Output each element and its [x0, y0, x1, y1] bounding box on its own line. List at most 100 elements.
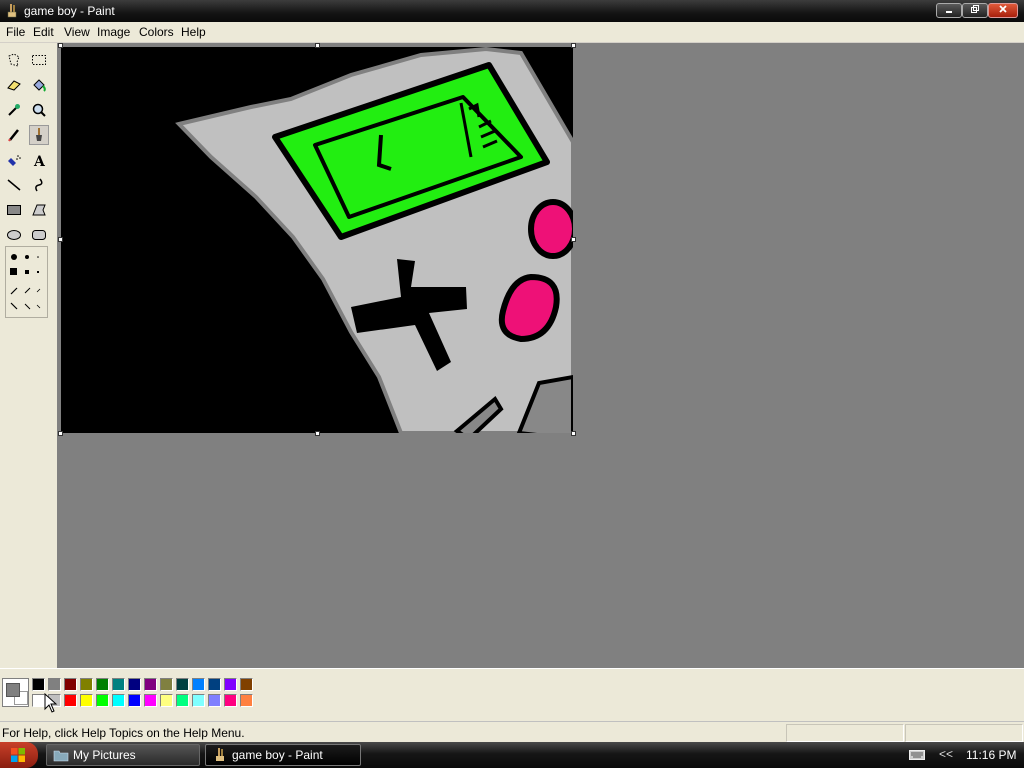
eyedropper-icon — [8, 104, 20, 116]
paint-bucket-icon — [33, 79, 46, 92]
ellipse-tool[interactable] — [4, 225, 24, 245]
palette-color-swatch[interactable] — [176, 694, 189, 707]
palette-color-swatch[interactable] — [32, 678, 45, 691]
rectangle-tool[interactable] — [4, 200, 24, 220]
menu-file[interactable]: File — [6, 25, 25, 39]
title-bar: game boy - Paint — [0, 0, 1024, 22]
taskbar-button-label: My Pictures — [73, 748, 136, 762]
polygon-icon — [32, 204, 46, 216]
current-colors[interactable] — [2, 678, 29, 707]
resize-handle-bottom[interactable] — [315, 431, 320, 436]
resize-handle-left — [58, 237, 63, 242]
palette-color-swatch[interactable] — [224, 678, 237, 691]
polygon-tool[interactable] — [29, 200, 49, 220]
menu-bar: File Edit View Image Colors Help — [0, 22, 1024, 43]
folder-icon — [53, 750, 69, 762]
palette-color-swatch[interactable] — [160, 678, 173, 691]
restore-icon — [971, 5, 979, 13]
curve-tool[interactable] — [29, 175, 49, 195]
palette-color-swatch[interactable] — [112, 678, 125, 691]
workspace — [57, 43, 1024, 668]
palette-color-swatch[interactable] — [64, 694, 77, 707]
airbrush-icon — [8, 155, 21, 166]
ellipse-icon — [7, 230, 21, 240]
rect-select-icon — [32, 55, 46, 65]
palette-color-swatch[interactable] — [192, 678, 205, 691]
palette-color-swatch[interactable] — [144, 694, 157, 707]
palette-color-swatch[interactable] — [48, 678, 61, 691]
palette-color-swatch[interactable] — [96, 678, 109, 691]
close-button[interactable] — [988, 3, 1018, 18]
palette-color-swatch[interactable] — [112, 694, 125, 707]
line-tool[interactable] — [4, 175, 24, 195]
rounded-rectangle-icon — [32, 230, 46, 240]
resize-handle-right[interactable] — [571, 237, 576, 242]
window-title: game boy - Paint — [24, 4, 115, 18]
restore-button[interactable] — [962, 3, 988, 18]
palette-color-swatch[interactable] — [144, 678, 157, 691]
palette-color-swatch[interactable] — [64, 678, 77, 691]
resize-handle-top-left — [58, 43, 63, 48]
minimize-button[interactable] — [936, 3, 962, 18]
palette-color-swatch[interactable] — [240, 694, 253, 707]
palette-color-swatch[interactable] — [128, 694, 141, 707]
palette-color-swatch[interactable] — [160, 694, 173, 707]
palette-color-swatch[interactable] — [80, 678, 93, 691]
menu-help[interactable]: Help — [181, 25, 206, 39]
status-pane-size — [905, 724, 1023, 742]
magnifier-tool[interactable] — [29, 100, 49, 120]
svg-text:A: A — [33, 154, 46, 168]
start-button[interactable] — [0, 742, 38, 768]
brush-icon — [36, 128, 42, 141]
menu-image[interactable]: Image — [97, 25, 130, 39]
palette-color-swatch[interactable] — [224, 694, 237, 707]
clock[interactable]: 11:16 PM — [966, 748, 1016, 762]
fill-tool[interactable] — [29, 75, 49, 95]
palette-color-swatch[interactable] — [192, 694, 205, 707]
brush-shape-options[interactable] — [5, 246, 48, 318]
eraser-icon — [7, 80, 21, 91]
resize-handle-top-right — [571, 43, 576, 48]
brush-shapes-icon — [10, 254, 41, 310]
palette-color-swatch[interactable] — [128, 678, 141, 691]
menu-view[interactable]: View — [64, 25, 90, 39]
status-pane-position — [786, 724, 904, 742]
taskbar-button-my-pictures[interactable]: My Pictures — [46, 744, 200, 766]
taskbar-button-label: game boy - Paint — [232, 748, 323, 762]
windows-logo-icon — [11, 748, 25, 762]
palette-color-swatch[interactable] — [96, 694, 109, 707]
free-form-select-tool[interactable] — [4, 50, 24, 70]
taskbar: My Pictures game boy - Paint — [0, 742, 1024, 768]
rounded-rectangle-tool[interactable] — [29, 225, 49, 245]
airbrush-tool[interactable] — [4, 150, 24, 170]
eraser-tool[interactable] — [4, 75, 24, 95]
curve-icon — [35, 178, 43, 192]
palette-color-swatch[interactable] — [208, 694, 221, 707]
taskbar-button-paint[interactable]: game boy - Paint — [205, 744, 361, 766]
brush-tool[interactable] — [29, 125, 49, 145]
palette-color-swatch[interactable] — [208, 678, 221, 691]
menu-edit[interactable]: Edit — [33, 25, 54, 39]
resize-handle-top — [315, 43, 320, 48]
free-form-select-icon — [8, 53, 20, 67]
paint-icon — [216, 748, 224, 761]
pick-color-tool[interactable] — [4, 100, 24, 120]
drawing-canvas[interactable] — [61, 47, 573, 433]
close-icon — [999, 5, 1007, 13]
mouse-pointer-icon — [44, 693, 58, 713]
status-text: For Help, click Help Topics on the Help … — [2, 726, 245, 740]
palette-color-swatch[interactable] — [240, 678, 253, 691]
color-box — [0, 668, 1024, 719]
keyboard-icon[interactable] — [909, 749, 925, 761]
text-icon: A — [33, 154, 46, 168]
pencil-tool[interactable] — [4, 125, 24, 145]
palette-color-swatch[interactable] — [80, 694, 93, 707]
paint-app-icon — [7, 4, 17, 18]
resize-handle-bottom-right[interactable] — [571, 431, 576, 436]
select-tool[interactable] — [29, 50, 49, 70]
palette-color-swatch[interactable] — [176, 678, 189, 691]
text-tool[interactable]: A — [29, 150, 49, 170]
show-hidden-icons-button[interactable]: << — [939, 747, 953, 761]
pencil-icon — [8, 129, 19, 142]
menu-colors[interactable]: Colors — [139, 25, 174, 39]
